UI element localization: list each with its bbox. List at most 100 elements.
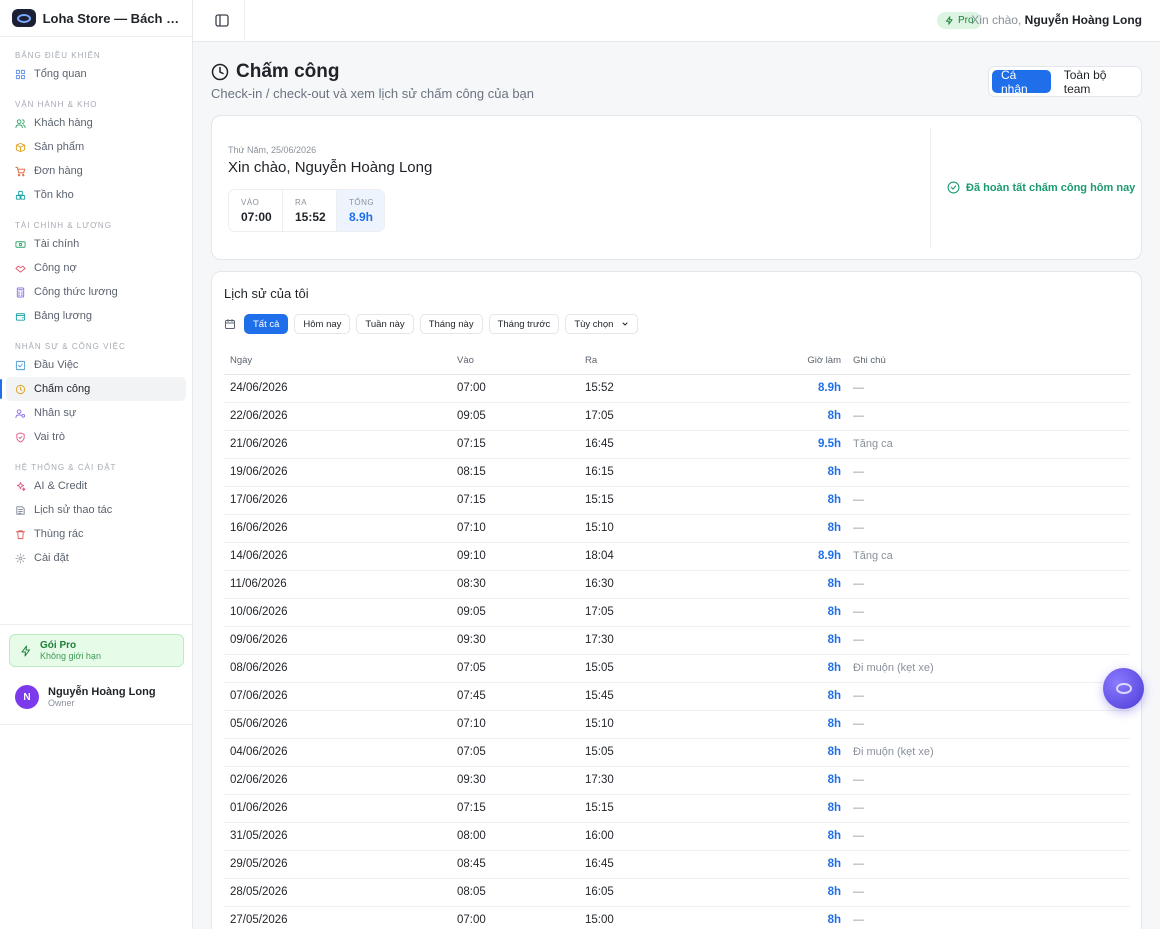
sidebar-item-label: Tồn kho bbox=[34, 189, 74, 201]
sidebar-item-3-1[interactable]: Đơn hàng bbox=[6, 159, 186, 183]
ai-assistant-button[interactable] bbox=[1103, 668, 1144, 709]
greeting-user-name: Nguyễn Hoàng Long bbox=[1024, 13, 1142, 27]
cell-hours: 8h bbox=[707, 766, 847, 795]
sidebar-toggle-icon[interactable] bbox=[215, 14, 229, 27]
sidebar-item-3-3[interactable]: Nhân sự bbox=[6, 401, 186, 425]
pro-plan-card[interactable]: Gói Pro Không giới hạn bbox=[9, 634, 184, 667]
date-filters: Tất cả Hôm nay Tuần này Tháng này Tháng trướ… bbox=[224, 314, 639, 334]
cell-in: 07:00 bbox=[451, 374, 579, 403]
stat-label: Tổng bbox=[349, 198, 375, 207]
cell-out: 16:05 bbox=[579, 878, 707, 907]
attendance-complete-status: Đã hoàn tất chấm công hôm nay bbox=[947, 181, 1135, 194]
cell-date: 27/05/2026 bbox=[224, 906, 451, 929]
cell-in: 09:10 bbox=[451, 542, 579, 571]
sidebar-item-label: Bảng lương bbox=[34, 310, 93, 322]
filter-chip-2[interactable]: Hôm nay bbox=[294, 314, 351, 334]
today-date: Thứ Năm, 25/06/2026 bbox=[228, 145, 317, 155]
check-circle-icon bbox=[947, 181, 960, 194]
sidebar-item-1-3[interactable]: Đầu Việc bbox=[6, 353, 186, 377]
stat-label: Vào bbox=[241, 198, 260, 207]
sidebar-item-1-0[interactable]: Tổng quan bbox=[6, 62, 186, 86]
scope-personal-button[interactable]: Cá nhân bbox=[992, 68, 1051, 96]
grid-icon bbox=[15, 69, 26, 80]
sidebar-item-4-1[interactable]: Tồn kho bbox=[6, 183, 186, 207]
sidebar-section-title: Vận hành & Kho bbox=[15, 100, 98, 109]
sidebar-item-4-3[interactable]: Vai trò bbox=[6, 425, 186, 449]
table-row: 05/06/2026 07:10 15:10 8h — bbox=[224, 710, 1130, 739]
table-row: 09/06/2026 09:30 17:30 8h — bbox=[224, 626, 1130, 655]
handshake-icon bbox=[15, 263, 26, 274]
cell-hours: 8h bbox=[707, 738, 847, 767]
filter-chip-3[interactable]: Tuần này bbox=[356, 314, 414, 334]
table-row: 11/06/2026 08:30 16:30 8h — bbox=[224, 570, 1130, 599]
box-icon bbox=[15, 142, 26, 153]
cell-date: 01/06/2026 bbox=[224, 794, 451, 823]
sidebar-item-3-2[interactable]: Công thức lương bbox=[6, 280, 186, 304]
column-header-hours[interactable]: Giờ làm bbox=[707, 348, 847, 375]
table-row: 16/06/2026 07:10 15:10 8h — bbox=[224, 514, 1130, 543]
cell-date: 05/06/2026 bbox=[224, 710, 451, 739]
cell-in: 08:30 bbox=[451, 570, 579, 599]
clock-icon bbox=[211, 63, 229, 81]
filter-custom-dropdown[interactable]: Tùy chọn bbox=[565, 314, 639, 334]
sidebar-item-1-2[interactable]: Tài chính bbox=[6, 232, 186, 256]
column-header-note[interactable]: Ghi chú bbox=[847, 348, 1130, 375]
sidebar-section-title: Tài chính & Lương bbox=[15, 221, 112, 230]
table-row: 21/06/2026 07:15 16:45 9.5h Tăng ca bbox=[224, 430, 1130, 459]
sidebar-item-3-4[interactable]: Thùng rác bbox=[6, 522, 186, 546]
sidebar-item-label: Công thức lương bbox=[34, 286, 118, 298]
cell-date: 04/06/2026 bbox=[224, 738, 451, 767]
sidebar-item-2-4[interactable]: Lịch sử thao tác bbox=[6, 498, 186, 522]
filter-chip-4[interactable]: Tháng này bbox=[419, 314, 483, 334]
sidebar-item-2-2[interactable]: Công nợ bbox=[6, 256, 186, 280]
today-divider bbox=[930, 128, 931, 248]
sidebar-item-2-1[interactable]: Sản phẩm bbox=[6, 135, 186, 159]
cell-in: 08:00 bbox=[451, 822, 579, 851]
table-row: 28/05/2026 08:05 16:05 8h — bbox=[224, 878, 1130, 907]
table-row: 17/06/2026 07:15 15:15 8h — bbox=[224, 486, 1130, 515]
cell-hours: 8.9h bbox=[707, 542, 847, 571]
cell-note: — bbox=[847, 514, 1130, 543]
user-card[interactable]: N Nguyễn Hoàng Long Owner bbox=[15, 685, 156, 709]
cell-note: — bbox=[847, 710, 1130, 739]
scope-toggle: Cá nhân Toàn bộ team bbox=[988, 66, 1142, 97]
sidebar-divider bbox=[0, 624, 193, 625]
sidebar-item-label: Nhân sự bbox=[34, 407, 77, 419]
filter-chip-1[interactable]: Tất cả bbox=[244, 314, 289, 334]
table-header-row: Ngày Vào Ra Giờ làm Ghi chú bbox=[224, 348, 1130, 375]
cell-out: 17:05 bbox=[579, 598, 707, 627]
cell-hours: 8h bbox=[707, 598, 847, 627]
sidebar-item-label: Công nợ bbox=[34, 262, 77, 274]
brand[interactable]: Loha Store — Bách hóa Loha bbox=[0, 0, 192, 37]
filter-chip-5[interactable]: Tháng trước bbox=[488, 314, 560, 334]
cell-note: — bbox=[847, 878, 1130, 907]
cell-date: 02/06/2026 bbox=[224, 766, 451, 795]
table-row: 08/06/2026 07:05 15:05 8h Đi muộn (kẹt xe) bbox=[224, 654, 1130, 683]
column-header-out[interactable]: Ra bbox=[579, 348, 707, 375]
cell-date: 19/06/2026 bbox=[224, 458, 451, 487]
sidebar-item-label: Tài chính bbox=[34, 238, 80, 250]
cell-out: 16:30 bbox=[579, 570, 707, 599]
cell-in: 09:05 bbox=[451, 402, 579, 431]
wallet-icon bbox=[15, 311, 26, 322]
cell-in: 09:30 bbox=[451, 766, 579, 795]
history-title: Lịch sử của tôi bbox=[224, 286, 309, 301]
sidebar-item-1-1[interactable]: Khách hàng bbox=[6, 111, 186, 135]
table-row: 02/06/2026 09:30 17:30 8h — bbox=[224, 766, 1130, 795]
sidebar-item-2-3[interactable]: Chấm công bbox=[0, 377, 186, 401]
cell-out: 15:10 bbox=[579, 514, 707, 543]
sidebar-item-1-4[interactable]: AI & Credit bbox=[6, 474, 186, 498]
scope-team-button[interactable]: Toàn bộ team bbox=[1055, 68, 1138, 96]
history-card: Lịch sử của tôi Tất cả Hôm nay Tuần này Thá… bbox=[211, 271, 1142, 929]
cell-hours: 8h bbox=[707, 822, 847, 851]
stat-total: Tổng 8.9h bbox=[337, 190, 384, 231]
stat-out: Ra 15:52 bbox=[283, 190, 337, 231]
cell-in: 07:10 bbox=[451, 710, 579, 739]
column-header-in[interactable]: Vào bbox=[451, 348, 579, 375]
history-table: Ngày Vào Ra Giờ làm Ghi chú 24/06/2026 07… bbox=[224, 348, 1130, 929]
stat-value: 8.9h bbox=[349, 210, 374, 224]
sidebar-item-4-4[interactable]: Cài đặt bbox=[6, 546, 186, 570]
column-header-date[interactable]: Ngày bbox=[224, 348, 451, 375]
calendar-icon bbox=[225, 319, 235, 329]
sidebar-item-4-2[interactable]: Bảng lương bbox=[6, 304, 186, 328]
